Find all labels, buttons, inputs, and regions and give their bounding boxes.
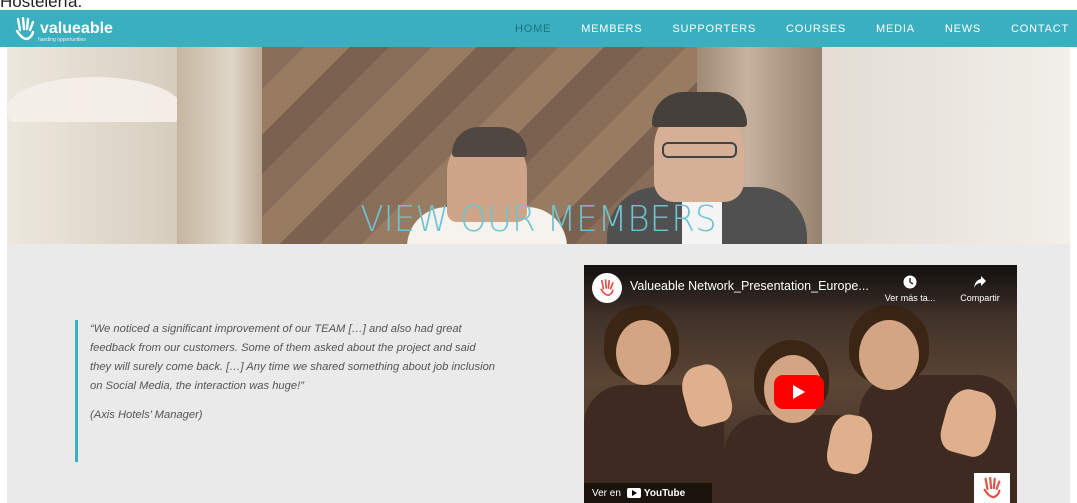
hand-logo-icon [15, 17, 35, 41]
top-strip-text: Hostelería. [0, 0, 83, 10]
share-arrow-icon [974, 276, 986, 288]
testimonial-text: “We noticed a significant improvement of… [90, 323, 496, 392]
video-person-left-face [616, 320, 671, 385]
youtube-brand: YouTube [626, 487, 686, 499]
watch-later-button[interactable]: Ver más ta... [880, 275, 940, 303]
nav-item-media[interactable]: MEDIA [876, 23, 915, 35]
video-embed[interactable]: Valueable Network_Presentation_Europe...… [584, 265, 1017, 503]
hero-title: VIEW OUR MEMBERS [360, 199, 717, 240]
nav-item-members[interactable]: MEMBERS [581, 23, 642, 35]
youtube-logo-icon [626, 488, 641, 498]
site-logo[interactable]: valueable handing opportunities [14, 16, 113, 43]
watch-later-label: Ver más ta... [884, 293, 936, 303]
hero-banner: VIEW OUR MEMBERS [7, 47, 1070, 244]
watch-on-youtube-link[interactable]: Ver en YouTube [584, 483, 712, 503]
share-button[interactable]: Compartir [950, 275, 1010, 303]
video-title[interactable]: Valueable Network_Presentation_Europe... [630, 279, 869, 293]
watch-on-label: Ver en [592, 487, 621, 499]
nav-item-contact[interactable]: CONTACT [1011, 23, 1069, 35]
testimonial-quote: “We noticed a significant improvement of… [75, 320, 495, 462]
video-brand-watermark [974, 473, 1010, 503]
hand-logo-icon [600, 279, 614, 297]
nav-item-supporters[interactable]: SUPPORTERS [672, 23, 756, 35]
nav-item-news[interactable]: NEWS [945, 23, 981, 35]
video-person-right-face [859, 320, 919, 390]
nav-item-courses[interactable]: COURSES [786, 23, 846, 35]
play-button[interactable] [774, 375, 824, 409]
youtube-label: YouTube [643, 487, 686, 499]
top-strip: Hostelería. [0, 0, 1077, 10]
share-label: Compartir [960, 293, 1000, 303]
play-icon [793, 385, 805, 399]
testimonial-author: (Axis Hotels’ Manager) [90, 409, 203, 421]
logo-wordmark: valueable [40, 20, 113, 37]
channel-avatar[interactable] [592, 273, 622, 303]
main-navbar: valueable handing opportunities HOME MEM… [0, 10, 1077, 47]
nav-item-home[interactable]: HOME [515, 23, 551, 35]
nav-menu: HOME MEMBERS SUPPORTERS COURSES MEDIA NE… [485, 10, 1069, 47]
logo-tagline: handing opportunities [38, 37, 86, 43]
clock-icon [903, 275, 917, 289]
hand-logo-icon [983, 477, 1001, 499]
